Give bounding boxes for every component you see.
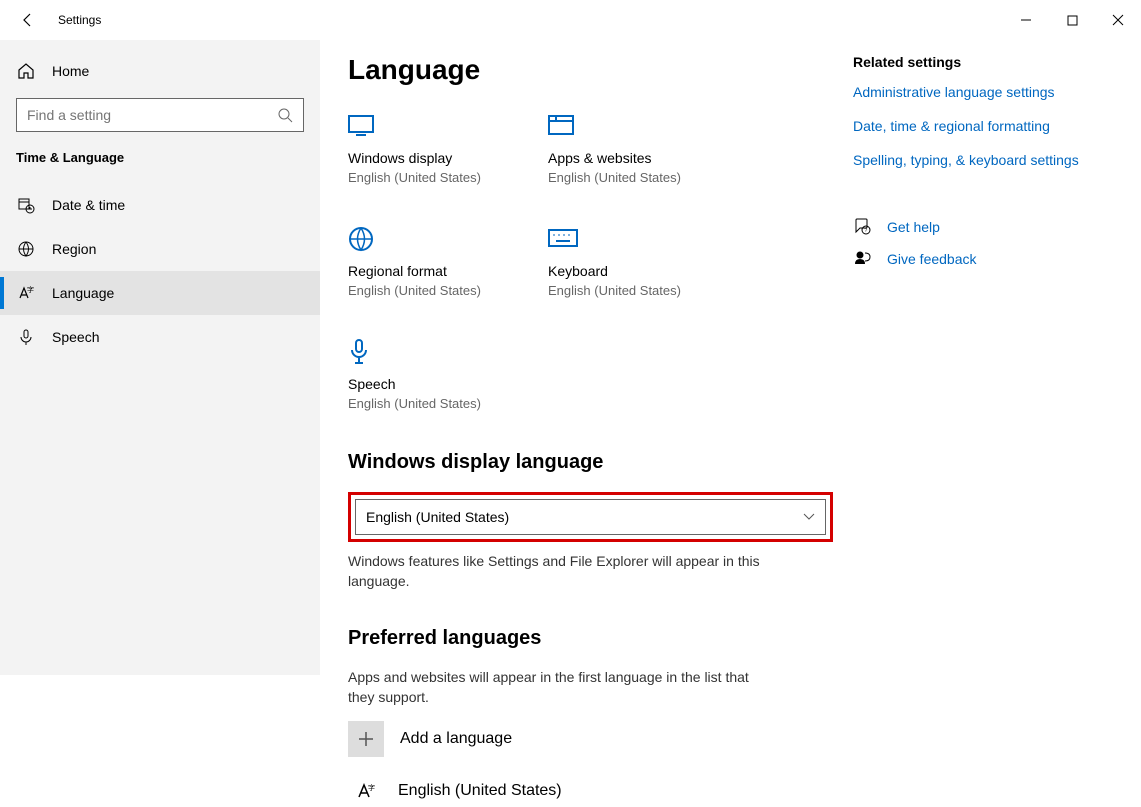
globe-region-icon (348, 225, 488, 253)
minimize-button[interactable] (1003, 4, 1049, 36)
display-language-description: Windows features like Settings and File … (348, 552, 768, 591)
home-icon (16, 62, 36, 80)
home-nav[interactable]: Home (0, 54, 320, 88)
sidebar-item-region[interactable]: Region (0, 227, 320, 271)
tile-value: English (United States) (348, 170, 488, 185)
microphone-icon (16, 328, 36, 346)
tile-value: English (United States) (548, 170, 688, 185)
sidebar-item-label: Date & time (52, 197, 125, 213)
display-language-dropdown[interactable]: English (United States) (355, 499, 826, 535)
language-list-item[interactable]: 字 English (United States) (348, 775, 833, 807)
give-feedback-row[interactable]: Give feedback (853, 250, 1113, 268)
preferred-languages-heading: Preferred languages (348, 627, 833, 650)
search-icon (277, 107, 293, 123)
help-icon: ? (853, 218, 873, 236)
sidebar-item-language[interactable]: 字 Language (0, 271, 320, 315)
tile-windows-display[interactable]: Windows display English (United States) (348, 112, 488, 185)
highlight-annotation: English (United States) (348, 492, 833, 542)
page-title: Language (348, 54, 833, 86)
link-date-regional[interactable]: Date, time & regional formatting (853, 118, 1113, 134)
sidebar-section: Time & Language (0, 150, 320, 183)
tile-value: English (United States) (348, 283, 488, 298)
tile-value: English (United States) (348, 396, 488, 411)
tile-value: English (United States) (548, 283, 688, 298)
window-icon (548, 112, 688, 140)
tile-label: Keyboard (548, 263, 688, 279)
chevron-down-icon (803, 513, 815, 521)
tile-label: Windows display (348, 150, 488, 166)
tile-label: Apps & websites (548, 150, 688, 166)
sidebar-item-label: Language (52, 285, 114, 301)
microphone-tile-icon (348, 338, 488, 366)
tile-label: Regional format (348, 263, 488, 279)
sidebar-item-label: Speech (52, 329, 99, 345)
sidebar-item-date-time[interactable]: Date & time (0, 183, 320, 227)
related-settings-heading: Related settings (853, 54, 1113, 70)
tile-apps-websites[interactable]: Apps & websites English (United States) (548, 112, 688, 185)
sidebar-item-speech[interactable]: Speech (0, 315, 320, 359)
sidebar-item-label: Region (52, 241, 96, 257)
svg-text:?: ? (865, 228, 868, 234)
close-button[interactable] (1095, 4, 1141, 36)
home-label: Home (52, 63, 89, 79)
display-language-heading: Windows display language (348, 451, 833, 474)
globe-icon (16, 240, 36, 258)
search-input-container[interactable] (16, 98, 304, 132)
keyboard-icon (548, 225, 688, 253)
tile-label: Speech (348, 376, 488, 392)
language-icon: 字 (16, 284, 36, 302)
preferred-languages-description: Apps and websites will appear in the fir… (348, 668, 768, 707)
window-title: Settings (58, 13, 101, 27)
add-language-button[interactable]: Add a language (348, 721, 833, 757)
calendar-clock-icon (16, 196, 36, 214)
svg-text:字: 字 (368, 783, 375, 792)
link-spelling-typing[interactable]: Spelling, typing, & keyboard settings (853, 152, 1113, 168)
dropdown-value: English (United States) (366, 509, 509, 525)
feedback-icon (853, 250, 873, 268)
give-feedback-link[interactable]: Give feedback (887, 251, 977, 267)
language-item-label: English (United States) (398, 782, 562, 800)
tile-regional-format[interactable]: Regional format English (United States) (348, 225, 488, 298)
get-help-link[interactable]: Get help (887, 219, 940, 235)
get-help-row[interactable]: ? Get help (853, 218, 1113, 236)
plus-icon (348, 721, 384, 757)
display-icon (348, 112, 488, 140)
tile-keyboard[interactable]: Keyboard English (United States) (548, 225, 688, 298)
back-button[interactable] (16, 8, 40, 32)
tile-speech[interactable]: Speech English (United States) (348, 338, 488, 411)
maximize-button[interactable] (1049, 4, 1095, 36)
language-item-icon: 字 (348, 781, 384, 801)
link-admin-language[interactable]: Administrative language settings (853, 84, 1113, 100)
svg-text:字: 字 (27, 285, 34, 294)
search-input[interactable] (27, 107, 277, 123)
add-language-label: Add a language (400, 730, 512, 748)
